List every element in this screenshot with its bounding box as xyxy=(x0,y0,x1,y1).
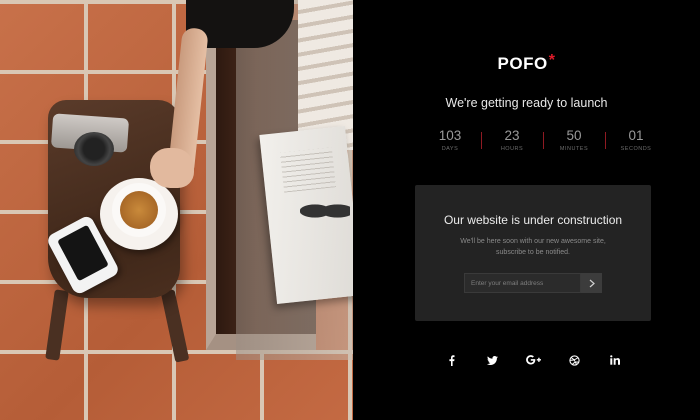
launch-headline: We're getting ready to launch xyxy=(445,96,608,110)
countdown-value: 50 xyxy=(566,128,582,143)
facebook-icon[interactable] xyxy=(443,352,459,368)
countdown-label: SECONDS xyxy=(620,146,652,152)
google-plus-icon[interactable] xyxy=(525,352,541,368)
magazine-text xyxy=(280,147,336,193)
linkedin-icon[interactable] xyxy=(607,352,623,368)
email-field[interactable] xyxy=(464,273,581,293)
logo-star: * xyxy=(548,52,556,69)
construction-text: We'll be here soon with our new awesome … xyxy=(460,238,606,256)
countdown-label: HOURS xyxy=(500,146,524,152)
chevron-right-icon xyxy=(589,279,595,287)
subscribe-button[interactable] xyxy=(581,273,602,293)
subscribe-card: Our website is under construction We'll … xyxy=(415,185,651,321)
construction-title: Our website is under construction xyxy=(443,213,623,227)
countdown-seconds: 01 SECONDS xyxy=(605,128,667,156)
countdown-timer: 103 DAYS 23 HOURS 50 MINUTES 01 SECONDS xyxy=(419,128,667,156)
countdown-value: 23 xyxy=(504,128,520,143)
countdown-hours: 23 HOURS xyxy=(481,128,543,156)
coffee xyxy=(120,191,158,229)
dribbble-icon[interactable] xyxy=(566,352,582,368)
twitter-icon[interactable] xyxy=(484,352,500,368)
logo[interactable]: POFO* xyxy=(353,52,700,74)
countdown-label: MINUTES xyxy=(559,146,589,152)
magazine-sunglasses-image xyxy=(300,196,350,226)
countdown-value: 01 xyxy=(628,128,644,143)
countdown-value: 103 xyxy=(438,128,462,143)
content-panel: POFO* We're getting ready to launch 103 … xyxy=(353,0,700,420)
hero-photo xyxy=(0,0,353,420)
countdown-label: DAYS xyxy=(441,146,459,152)
social-links xyxy=(443,352,623,368)
camera-lens xyxy=(74,132,114,166)
countdown-minutes: 50 MINUTES xyxy=(543,128,605,156)
countdown-days: 103 DAYS xyxy=(419,128,481,156)
hand xyxy=(150,148,194,188)
logo-text: POFO xyxy=(497,54,548,73)
